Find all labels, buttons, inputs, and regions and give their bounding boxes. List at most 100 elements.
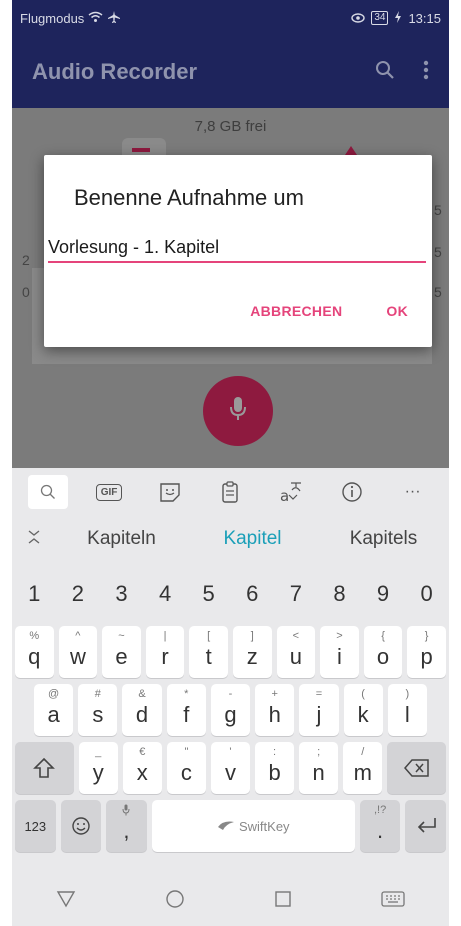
key-secondary: _ (95, 746, 102, 758)
keyboard-switch-icon[interactable] (380, 890, 405, 912)
gif-label: GIF (95, 483, 123, 501)
key-2[interactable]: 2 (59, 568, 98, 620)
key-u[interactable]: < u (276, 626, 316, 678)
key-secondary: # (94, 688, 101, 700)
key-l[interactable]: ) l (387, 684, 427, 736)
shift-key[interactable] (15, 742, 74, 794)
search-icon[interactable] (28, 475, 69, 509)
key-f[interactable]: * f (166, 684, 206, 736)
key-secondary: ,!? (373, 804, 387, 816)
period-key[interactable]: ,!? . (359, 800, 401, 852)
key-secondary: - (228, 688, 233, 700)
key-v[interactable]: ' v (210, 742, 251, 794)
key-k[interactable]: (k (343, 684, 383, 736)
emoji-key[interactable] (60, 800, 102, 852)
key-r[interactable]: | r (145, 626, 185, 678)
clipboard-icon[interactable] (210, 475, 250, 509)
letter-row-3: _ y € x " c ' v :b ; n / m (12, 742, 449, 794)
key-z[interactable]: ] z (232, 626, 272, 678)
status-left: Flugmodus (20, 10, 121, 27)
key-label: v (224, 760, 236, 785)
key-label: i (337, 644, 342, 669)
key-q[interactable]: % q (15, 626, 54, 678)
key-w[interactable]: ^ w (58, 626, 98, 678)
key-secondary: { (381, 630, 385, 642)
record-button[interactable] (203, 376, 273, 446)
space-label: SwiftKey (238, 818, 290, 834)
enter-key[interactable] (405, 800, 446, 852)
symbols-key[interactable]: 123 (15, 800, 56, 852)
ok-button[interactable]: OK (386, 303, 408, 319)
translate-icon[interactable]: a (271, 475, 311, 509)
key-label: s (92, 702, 104, 727)
suggestion-center[interactable]: Kapitel (187, 528, 318, 550)
key-secondary: ' (229, 746, 232, 758)
home-icon[interactable] (165, 889, 185, 914)
key-0[interactable]: 0 (407, 568, 446, 620)
battery-level: 34 (371, 11, 389, 25)
navigation-bar (12, 876, 449, 926)
search-icon[interactable] (375, 60, 395, 85)
backspace-key[interactable] (387, 742, 446, 794)
peek-text: 5 (434, 202, 442, 218)
key-label: d (135, 702, 149, 727)
recents-icon[interactable] (274, 890, 292, 913)
key-b[interactable]: :b (255, 742, 295, 794)
key-label: e (115, 644, 128, 669)
key-e[interactable]: ~ e (102, 626, 141, 678)
key-a[interactable]: @ a (34, 684, 74, 736)
gif-button[interactable]: GIF (89, 475, 129, 509)
key-i[interactable]: > i (320, 626, 359, 678)
suggestion-left[interactable]: Kapiteln (56, 528, 187, 550)
key-secondary: [ (207, 630, 211, 642)
key-label: o (376, 644, 390, 669)
key-m[interactable]: / m (343, 742, 383, 794)
space-key[interactable]: SwiftKey (151, 800, 355, 852)
key-7[interactable]: 7 (277, 568, 316, 620)
recording-name-input[interactable]: Vorlesung - 1. Kapitel (48, 233, 426, 263)
key-secondary: % (29, 630, 40, 642)
key-d[interactable]: & d (122, 684, 162, 736)
back-icon[interactable] (56, 890, 76, 913)
key-t[interactable]: [t (189, 626, 228, 678)
key-j[interactable]: = j (299, 684, 339, 736)
key-h[interactable]: + h (255, 684, 295, 736)
key-3[interactable]: 3 (102, 568, 141, 620)
key-label: x (136, 760, 148, 785)
key-secondary: > (336, 630, 343, 642)
info-icon[interactable] (332, 475, 372, 509)
key-x[interactable]: € x (122, 742, 162, 794)
key-g[interactable]: -g (210, 684, 251, 736)
collapse-icon[interactable] (12, 529, 56, 550)
key-s[interactable]: # s (78, 684, 118, 736)
key-8[interactable]: 8 (320, 568, 359, 620)
key-1[interactable]: 1 (15, 568, 54, 620)
key-label: k (357, 702, 369, 727)
key-label: z (246, 644, 258, 669)
key-6[interactable]: 6 (233, 568, 272, 620)
more-options-button[interactable]: ··· (393, 475, 433, 509)
key-c[interactable]: " c (166, 742, 206, 794)
microphone-icon (228, 395, 248, 428)
key-9[interactable]: 9 (364, 568, 403, 620)
key-p[interactable]: } p (407, 626, 446, 678)
bottom-row: 123 , SwiftKey ,!? . (12, 800, 449, 852)
key-label: l (404, 702, 410, 727)
key-label: p (420, 644, 433, 669)
key-o[interactable]: {o (363, 626, 403, 678)
key-label: b (268, 760, 281, 785)
key-secondary: : (273, 746, 277, 758)
key-4[interactable]: 4 (146, 568, 185, 620)
app-bar: Audio Recorder (12, 36, 449, 108)
comma-key[interactable]: , (106, 800, 147, 852)
more-vert-icon[interactable] (423, 60, 429, 85)
key-5[interactable]: 5 (189, 568, 228, 620)
suggestion-right[interactable]: Kapitels (318, 528, 449, 550)
cancel-button[interactable]: ABBRECHEN (250, 303, 342, 319)
clock: 13:15 (408, 10, 441, 26)
peek-text: 5 (434, 244, 442, 260)
sticker-icon[interactable] (150, 475, 190, 509)
key-y[interactable]: _ y (78, 742, 118, 794)
key-secondary: ; (317, 746, 321, 758)
key-n[interactable]: ; n (299, 742, 339, 794)
